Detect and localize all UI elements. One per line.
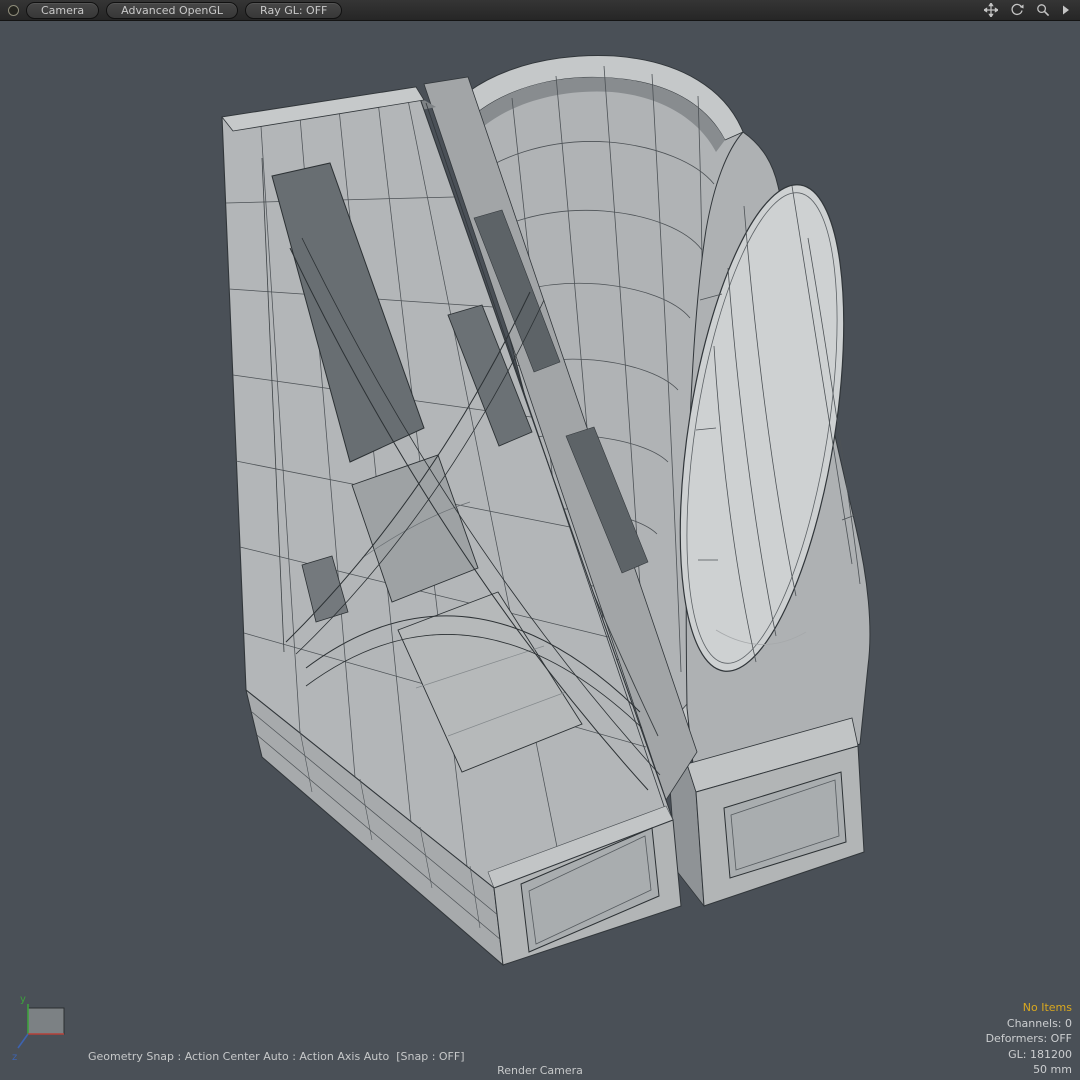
z-axis-line xyxy=(17,1033,29,1049)
toolbar-expand-icon[interactable] xyxy=(1062,5,1070,15)
z-axis-label: z xyxy=(12,1052,17,1063)
selection-status: No Items xyxy=(1022,1001,1072,1015)
shading-mode-button[interactable]: Advanced OpenGL xyxy=(106,1,239,19)
workplane-axis-gizmo: y z xyxy=(12,990,92,1072)
modo-viewport-window: Camera Advanced OpenGL Ray GL: OFF y z G… xyxy=(0,0,1080,1080)
workplane-square xyxy=(27,1007,65,1035)
focal-length: 50 mm xyxy=(1033,1063,1072,1077)
channels-count: Channels: 0 xyxy=(1006,1016,1072,1030)
viewport-options-dot[interactable] xyxy=(8,4,19,16)
zoom-tool-icon[interactable] xyxy=(1036,3,1050,17)
raygl-toggle-button[interactable]: Ray GL: OFF xyxy=(245,1,343,19)
viewport-toolbar: Camera Advanced OpenGL Ray GL: OFF xyxy=(0,0,1080,21)
pan-tool-icon[interactable] xyxy=(984,3,998,17)
gl-polycount: GL: 181200 xyxy=(1008,1047,1072,1061)
deformers-status: Deformers: OFF xyxy=(985,1032,1072,1046)
y-axis-label: y xyxy=(20,994,26,1005)
snap-status-text: Geometry Snap : Action Center Auto : Act… xyxy=(88,1050,465,1063)
orbit-tool-icon[interactable] xyxy=(1010,3,1024,17)
toolbar-nav-tools xyxy=(984,3,1072,17)
camera-view-button[interactable]: Camera xyxy=(26,1,100,19)
viewport-3d[interactable] xyxy=(0,0,1080,1080)
viewport-info-overlay: No Items Channels: 0 Deformers: OFF GL: … xyxy=(986,1000,1072,1078)
camera-name-label: Render Camera xyxy=(497,1064,583,1077)
